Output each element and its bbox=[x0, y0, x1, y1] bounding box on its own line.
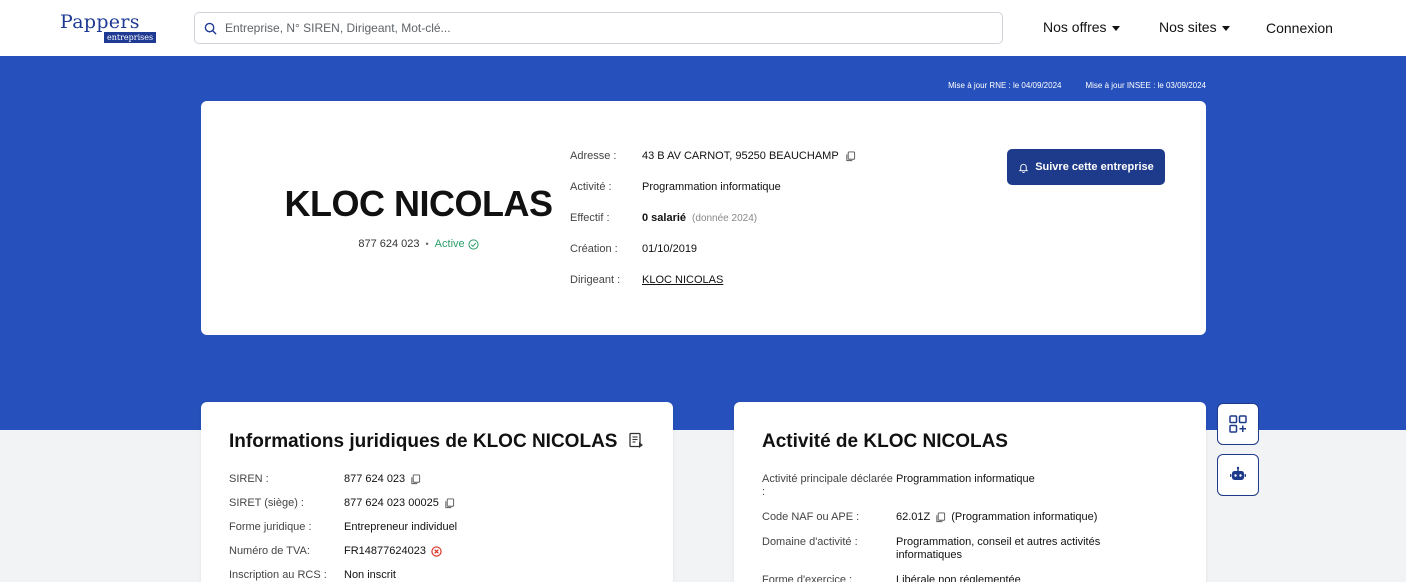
search-bar[interactable] bbox=[194, 12, 1003, 44]
separator-dot: • bbox=[425, 239, 429, 249]
legal-row-vat: Numéro de TVA: FR14877624023 bbox=[229, 545, 442, 557]
pappers-logo[interactable]: Pappers entreprises bbox=[60, 11, 157, 43]
vat-label: Numéro de TVA: bbox=[229, 545, 310, 557]
copy-icon[interactable] bbox=[935, 512, 946, 523]
error-circle-icon bbox=[431, 545, 442, 557]
activity-card: Activité de KLOC NICOLAS Activité princi… bbox=[734, 402, 1206, 582]
activity-row-main: Activité principale déclarée : Programma… bbox=[762, 473, 1136, 499]
naf-label: Code NAF ou APE : bbox=[762, 511, 860, 523]
caret-down-icon bbox=[1221, 25, 1230, 31]
info-activity: Activité : Programmation informatique bbox=[570, 181, 781, 193]
document-export-icon[interactable] bbox=[627, 432, 645, 450]
bell-icon bbox=[1018, 163, 1029, 173]
company-identifiers: 877 624 023 • Active bbox=[261, 238, 576, 250]
domain-value: Programmation, conseil et autres activit… bbox=[896, 536, 1101, 561]
siret-label: SIRET (siège) : bbox=[229, 497, 304, 509]
rne-update: Mise à jour RNE : le 04/09/2024 bbox=[948, 81, 1062, 90]
activity-title: Activité de KLOC NICOLAS bbox=[762, 431, 1008, 452]
info-creation: Création : 01/10/2019 bbox=[570, 243, 697, 255]
search-input[interactable] bbox=[225, 21, 1002, 35]
update-dates: Mise à jour RNE : le 04/09/2024 Mise à j… bbox=[948, 81, 1206, 90]
activity-label: Activité : bbox=[570, 181, 612, 193]
siret-value: 877 624 023 00025 bbox=[344, 497, 439, 509]
staff-note: (donnée 2024) bbox=[692, 212, 758, 224]
follow-company-button[interactable]: Suivre cette entreprise bbox=[1007, 149, 1165, 185]
vat-value: FR14877624023 bbox=[344, 545, 426, 557]
creation-label: Création : bbox=[570, 243, 618, 255]
naf-code: 62.01Z bbox=[896, 511, 931, 523]
status-label: Active bbox=[434, 238, 465, 250]
caret-down-icon bbox=[1111, 25, 1120, 31]
legal-row-siret: SIRET (siège) : 877 624 023 00025 bbox=[229, 497, 455, 509]
director-link[interactable]: KLOC NICOLAS bbox=[642, 274, 723, 286]
copy-icon[interactable] bbox=[410, 473, 421, 485]
legal-row-rcs: Inscription au RCS : Non inscrit bbox=[229, 569, 396, 581]
top-header: Pappers entreprises Nos offres Nos sites… bbox=[0, 0, 1406, 56]
main-activity-label: Activité principale déclarée : bbox=[762, 473, 893, 498]
legal-info-card: Informations juridiques de KLOC NICOLAS … bbox=[201, 402, 673, 582]
legal-form-value: Entrepreneur individuel bbox=[344, 521, 458, 533]
rcs-label: Inscription au RCS : bbox=[229, 569, 327, 581]
company-name: KLOC NICOLAS bbox=[284, 183, 554, 224]
legal-form-label: Forme juridique : bbox=[229, 521, 312, 533]
siren-value: 877 624 023 bbox=[344, 473, 406, 485]
activity-value: Programmation informatique bbox=[642, 181, 781, 193]
copy-icon[interactable] bbox=[845, 150, 856, 162]
search-icon bbox=[195, 22, 225, 35]
nav-sites-label: Nos sites bbox=[1159, 19, 1217, 35]
nav-offers-menu[interactable]: Nos offres bbox=[1043, 19, 1120, 35]
info-address: Adresse : 43 B AV CARNOT, 95250 BEAUCHAM… bbox=[570, 150, 856, 162]
address-value: 43 B AV CARNOT, 95250 BEAUCHAMP bbox=[642, 150, 839, 162]
status-badge: Active bbox=[435, 238, 479, 250]
activity-row-naf: Code NAF ou APE : 62.01Z (Programmation … bbox=[762, 511, 1136, 524]
grid-add-icon bbox=[1229, 415, 1247, 433]
login-label: Connexion bbox=[1266, 20, 1333, 36]
address-label: Adresse : bbox=[570, 150, 617, 162]
naf-description: (Programmation informatique) bbox=[951, 511, 1098, 523]
nav-sites-menu[interactable]: Nos sites bbox=[1159, 19, 1230, 35]
company-summary-card: KLOC NICOLAS 877 624 023 • Active Adress… bbox=[201, 101, 1206, 335]
activity-row-exercise: Forme d'exercice : Libérale non réglemen… bbox=[762, 574, 1136, 582]
siren-label: SIREN : bbox=[229, 473, 269, 485]
rcs-value: Non inscrit bbox=[344, 569, 396, 581]
activity-row-domain: Domaine d'activité : Programmation, cons… bbox=[762, 536, 1136, 562]
creation-value: 01/10/2019 bbox=[642, 243, 698, 255]
exercise-form-value: Libérale non réglementée bbox=[896, 574, 1021, 582]
legal-row-legal-form: Forme juridique : Entrepreneur individue… bbox=[229, 521, 457, 533]
info-staff: Effectif : 0 salarié (donnée 2024) bbox=[570, 212, 757, 224]
company-siren: 877 624 023 bbox=[358, 238, 420, 250]
add-widget-button[interactable] bbox=[1217, 403, 1259, 445]
copy-icon[interactable] bbox=[444, 497, 455, 509]
logo-text: Pappers bbox=[60, 11, 140, 33]
main-activity-value: Programmation informatique bbox=[896, 473, 1035, 485]
logo-subtitle: entreprises bbox=[104, 32, 157, 43]
legal-row-siren: SIREN : 877 624 023 bbox=[229, 473, 421, 485]
director-label: Dirigeant : bbox=[570, 274, 621, 286]
staff-label: Effectif : bbox=[570, 212, 610, 224]
domain-label: Domaine d'activité : bbox=[762, 536, 858, 548]
staff-value: 0 salarié bbox=[642, 212, 687, 224]
robot-icon bbox=[1230, 466, 1246, 480]
login-link[interactable]: Connexion bbox=[1266, 20, 1333, 36]
insee-update: Mise à jour INSEE : le 03/09/2024 bbox=[1085, 81, 1206, 90]
legal-info-title: Informations juridiques de KLOC NICOLAS bbox=[229, 431, 618, 452]
info-director: Dirigeant : KLOC NICOLAS bbox=[570, 274, 723, 286]
check-circle-icon bbox=[468, 238, 479, 250]
nav-offers-label: Nos offres bbox=[1043, 19, 1107, 35]
follow-button-label: Suivre cette entreprise bbox=[1035, 161, 1154, 173]
exercise-form-label: Forme d'exercice : bbox=[762, 574, 853, 582]
ai-assistant-button[interactable] bbox=[1217, 454, 1259, 496]
